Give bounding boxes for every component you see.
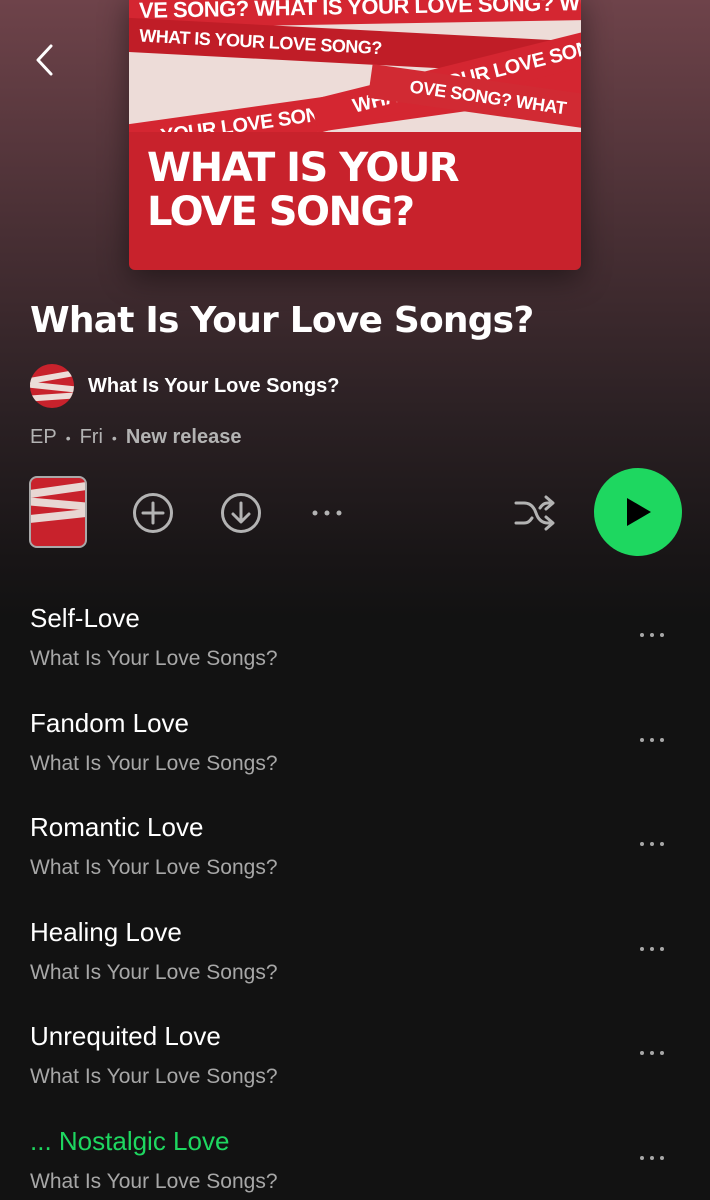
- track-more-button[interactable]: [632, 937, 672, 961]
- play-icon: [627, 498, 651, 526]
- play-button[interactable]: [594, 468, 682, 556]
- track-artist: What Is Your Love Songs?: [30, 856, 278, 879]
- shuffle-icon: [514, 495, 555, 531]
- album-type: EP: [30, 426, 57, 448]
- track-artist: What Is Your Love Songs?: [30, 960, 278, 984]
- download-circle-icon: [221, 493, 261, 533]
- avatar[interactable]: [30, 364, 74, 408]
- track-row[interactable]: Self-Love What Is Your Love Songs?: [0, 587, 710, 692]
- album-title: What Is Your Love Songs?: [30, 300, 534, 341]
- track-title: Healing Love: [30, 916, 182, 947]
- track-more-button[interactable]: [632, 1041, 672, 1065]
- release-date: Fri: [79, 426, 103, 448]
- track-artist: What Is Your Love Songs?: [30, 647, 278, 670]
- plus-circle-icon: [133, 493, 173, 533]
- chevron-left-icon: [36, 44, 53, 76]
- track-artist: What Is Your Love Songs?: [30, 1065, 278, 1088]
- track-row[interactable]: Unrequited Love What Is Your Love Songs?: [0, 1005, 710, 1110]
- album-cover: VE SONG? WHAT IS YOUR LOVE SONG? WHA WHA…: [129, 0, 581, 270]
- track-list: Self-Love What Is Your Love Songs? Fando…: [0, 587, 710, 1200]
- track-title: Fandom Love: [30, 707, 189, 738]
- track-title: Self-Love: [30, 603, 140, 633]
- track-more-button[interactable]: [632, 728, 672, 752]
- album-preview-thumbnail[interactable]: [29, 476, 87, 548]
- track-artist: What Is Your Love Songs?: [30, 1169, 278, 1193]
- add-to-library-button[interactable]: [130, 490, 176, 536]
- cover-strips: VE SONG? WHAT IS YOUR LOVE SONG? WHA WHA…: [129, 0, 581, 132]
- back-button[interactable]: [28, 40, 60, 80]
- download-button[interactable]: [218, 490, 264, 536]
- separator-dot: •: [111, 429, 117, 446]
- track-title: Unrequited Love: [30, 1021, 221, 1051]
- track-more-button[interactable]: [632, 1146, 672, 1170]
- release-status: New release: [125, 426, 242, 448]
- track-title-now-playing: ... Nostalgic Love: [30, 1125, 230, 1156]
- more-options-button[interactable]: [302, 490, 352, 536]
- track-row[interactable]: Romantic Love What Is Your Love Songs?: [0, 796, 710, 901]
- shuffle-button[interactable]: [510, 490, 560, 536]
- track-more-button[interactable]: [632, 623, 672, 647]
- track-row[interactable]: ... Nostalgic Love What Is Your Love Son…: [0, 1110, 710, 1200]
- track-title: Romantic Love: [30, 812, 204, 842]
- album-meta: EP • Fri • New release: [30, 426, 241, 449]
- more-horizontal-icon: [312, 510, 342, 516]
- track-row[interactable]: Fandom Love What Is Your Love Songs?: [0, 692, 710, 797]
- artist-row[interactable]: What Is Your Love Songs?: [30, 364, 340, 408]
- action-bar: [0, 466, 710, 558]
- track-more-button[interactable]: [632, 832, 672, 856]
- track-row[interactable]: Healing Love What Is Your Love Songs?: [0, 901, 710, 1006]
- separator-dot: •: [65, 429, 71, 446]
- cover-title: WHAT IS YOUR LOVE SONG?: [147, 145, 460, 235]
- artist-name[interactable]: What Is Your Love Songs?: [88, 375, 340, 398]
- track-artist: What Is Your Love Songs?: [30, 751, 278, 775]
